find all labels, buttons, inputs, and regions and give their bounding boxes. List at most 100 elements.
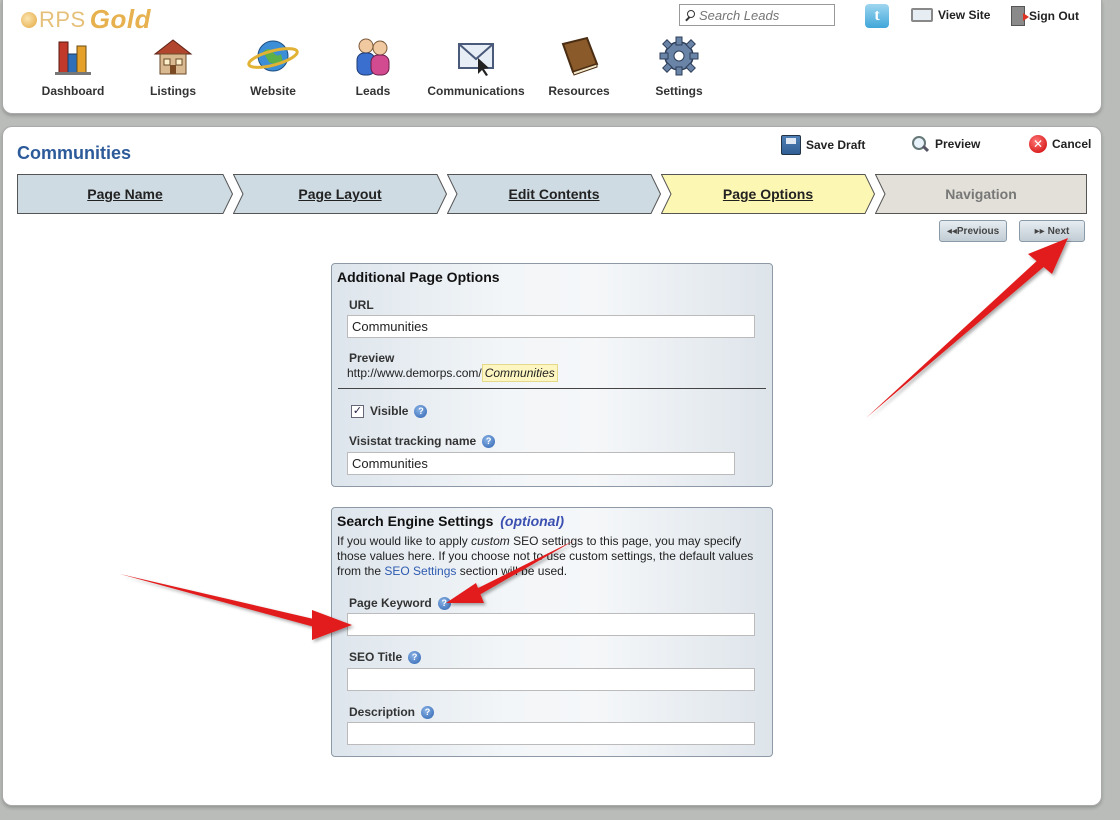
nav-communications[interactable]: Communications bbox=[423, 34, 529, 106]
step-label-page-name: Page Name bbox=[87, 186, 163, 202]
next-arrows-icon: ▸▸ bbox=[1034, 225, 1045, 237]
previous-label: Previous bbox=[956, 225, 1000, 237]
search-leads-box[interactable] bbox=[679, 4, 835, 26]
visible-row: ✓ Visible ? bbox=[351, 404, 428, 418]
wizard-steps: Page Name Page Layout Edit Contents Page… bbox=[17, 174, 1087, 214]
seo-desc-part3: section will be used. bbox=[456, 564, 568, 578]
seo-desc-part1: If you would like to apply bbox=[337, 534, 472, 548]
nav-label-communications: Communications bbox=[427, 84, 525, 98]
view-site-label: View Site bbox=[938, 8, 991, 22]
seo-title-label: SEO Title ? bbox=[349, 650, 422, 664]
preview-label: Preview bbox=[349, 351, 394, 365]
additional-page-options-box: Additional Page Options URL Preview http… bbox=[331, 263, 773, 487]
twitter-icon[interactable]: t bbox=[865, 4, 889, 28]
monitor-icon bbox=[911, 8, 933, 22]
preview-url: http://www.demorps.com/ Communities bbox=[347, 364, 558, 382]
nav-label-settings: Settings bbox=[655, 84, 703, 98]
nav-dashboard[interactable]: Dashboard bbox=[23, 34, 123, 106]
cancel-button[interactable]: ✕ Cancel bbox=[1029, 135, 1091, 153]
previous-button[interactable]: ◂◂ Previous bbox=[939, 220, 1007, 242]
nav-label-listings: Listings bbox=[149, 84, 196, 98]
tracking-help-icon[interactable]: ? bbox=[482, 434, 496, 448]
url-input[interactable] bbox=[347, 315, 755, 338]
page-keyword-label-text: Page Keyword bbox=[349, 596, 432, 610]
step-page-layout[interactable]: Page Layout bbox=[233, 174, 447, 214]
step-edit-contents[interactable]: Edit Contents bbox=[447, 174, 661, 214]
seo-optional-tag: (optional) bbox=[500, 513, 565, 529]
website-globe-icon bbox=[247, 34, 299, 78]
save-floppy-icon bbox=[781, 135, 801, 155]
visible-checkbox[interactable]: ✓ bbox=[351, 404, 364, 418]
logo-product: Gold bbox=[89, 4, 151, 34]
page-keyword-input[interactable] bbox=[347, 613, 755, 636]
additional-options-title: Additional Page Options bbox=[337, 269, 500, 285]
dashboard-icon bbox=[51, 34, 95, 78]
page-title: Communities bbox=[17, 143, 132, 163]
seo-title-help-icon[interactable]: ? bbox=[408, 650, 422, 664]
seo-settings-link[interactable]: SEO Settings bbox=[384, 564, 456, 578]
step-page-name[interactable]: Page Name bbox=[17, 174, 233, 214]
sign-out-link[interactable]: Sign Out bbox=[1011, 6, 1079, 26]
visible-help-icon[interactable]: ? bbox=[414, 404, 428, 418]
url-label: URL bbox=[349, 298, 374, 312]
save-draft-label: Save Draft bbox=[806, 138, 866, 152]
nav-label-dashboard: Dashboard bbox=[41, 84, 105, 98]
tracking-name-input[interactable] bbox=[347, 452, 735, 475]
preview-label: Preview bbox=[935, 137, 981, 151]
search-engine-settings-box: Search Engine Settings (optional) If you… bbox=[331, 507, 773, 757]
resources-book-icon bbox=[557, 34, 601, 78]
description-input[interactable] bbox=[347, 722, 755, 745]
step-page-options[interactable]: Page Options bbox=[661, 174, 875, 214]
step-navigation: Navigation bbox=[875, 174, 1087, 214]
content-panel: Communities Save Draft Preview ✕ Cancel … bbox=[2, 126, 1102, 806]
options-divider bbox=[338, 388, 766, 389]
page-keyword-label: Page Keyword ? bbox=[349, 596, 451, 610]
seo-description-text: If you would like to apply custom SEO se… bbox=[337, 534, 769, 579]
tracking-name-label: Visistat tracking name ? bbox=[349, 434, 496, 448]
description-help-icon[interactable]: ? bbox=[421, 705, 435, 719]
url-label-text: URL bbox=[349, 298, 374, 312]
logo-mark-icon bbox=[21, 11, 37, 28]
rps-gold-logo[interactable]: RPS Gold bbox=[21, 4, 151, 35]
communications-envelope-icon bbox=[454, 34, 498, 78]
nav-label-website: Website bbox=[250, 84, 296, 98]
preview-label-text: Preview bbox=[349, 351, 395, 365]
nav-website[interactable]: Website bbox=[223, 34, 323, 106]
description-label-text: Description bbox=[349, 705, 416, 719]
cancel-label: Cancel bbox=[1052, 137, 1092, 151]
logo-brand: RPS bbox=[39, 6, 86, 32]
sign-out-door-icon bbox=[1011, 6, 1029, 26]
step-label-page-options: Page Options bbox=[722, 186, 814, 202]
search-icon[interactable] bbox=[684, 9, 695, 21]
preview-url-base: http://www.demorps.com/ bbox=[347, 366, 482, 380]
seo-title-text: Search Engine Settings bbox=[337, 513, 494, 529]
seo-title: Search Engine Settings (optional) bbox=[337, 513, 564, 529]
step-label-edit-contents: Edit Contents bbox=[508, 186, 600, 202]
search-leads-input[interactable] bbox=[699, 7, 829, 23]
visible-label: Visible bbox=[370, 404, 409, 418]
main-nav: Dashboard Listings Website Leads Communi… bbox=[23, 34, 729, 106]
description-label: Description ? bbox=[349, 705, 435, 719]
page-keyword-help-icon[interactable]: ? bbox=[437, 596, 451, 610]
save-draft-button[interactable]: Save Draft bbox=[781, 135, 865, 155]
settings-gear-icon bbox=[657, 34, 701, 78]
next-button[interactable]: ▸▸ Next bbox=[1019, 220, 1085, 242]
preview-url-slug: Communities bbox=[481, 364, 558, 382]
seo-desc-em: custom bbox=[471, 534, 510, 548]
tracking-name-label-text: Visistat tracking name bbox=[349, 434, 477, 448]
view-site-link[interactable]: View Site bbox=[911, 8, 990, 22]
seo-title-input[interactable] bbox=[347, 668, 755, 691]
nav-settings[interactable]: Settings bbox=[629, 34, 729, 106]
previous-arrows-icon: ◂◂ bbox=[946, 225, 957, 237]
nav-resources[interactable]: Resources bbox=[529, 34, 629, 106]
nav-label-resources: Resources bbox=[548, 84, 610, 98]
sign-out-label: Sign Out bbox=[1029, 9, 1079, 23]
preview-magnifier-icon bbox=[911, 135, 929, 153]
preview-button[interactable]: Preview bbox=[911, 135, 980, 153]
leads-people-icon bbox=[351, 34, 395, 78]
nav-leads[interactable]: Leads bbox=[323, 34, 423, 106]
nav-listings[interactable]: Listings bbox=[123, 34, 223, 106]
step-label-navigation: Navigation bbox=[945, 186, 1017, 202]
top-header: RPS Gold t View Site Sign Out Dashboard bbox=[2, 0, 1102, 114]
cancel-x-icon: ✕ bbox=[1029, 135, 1047, 153]
